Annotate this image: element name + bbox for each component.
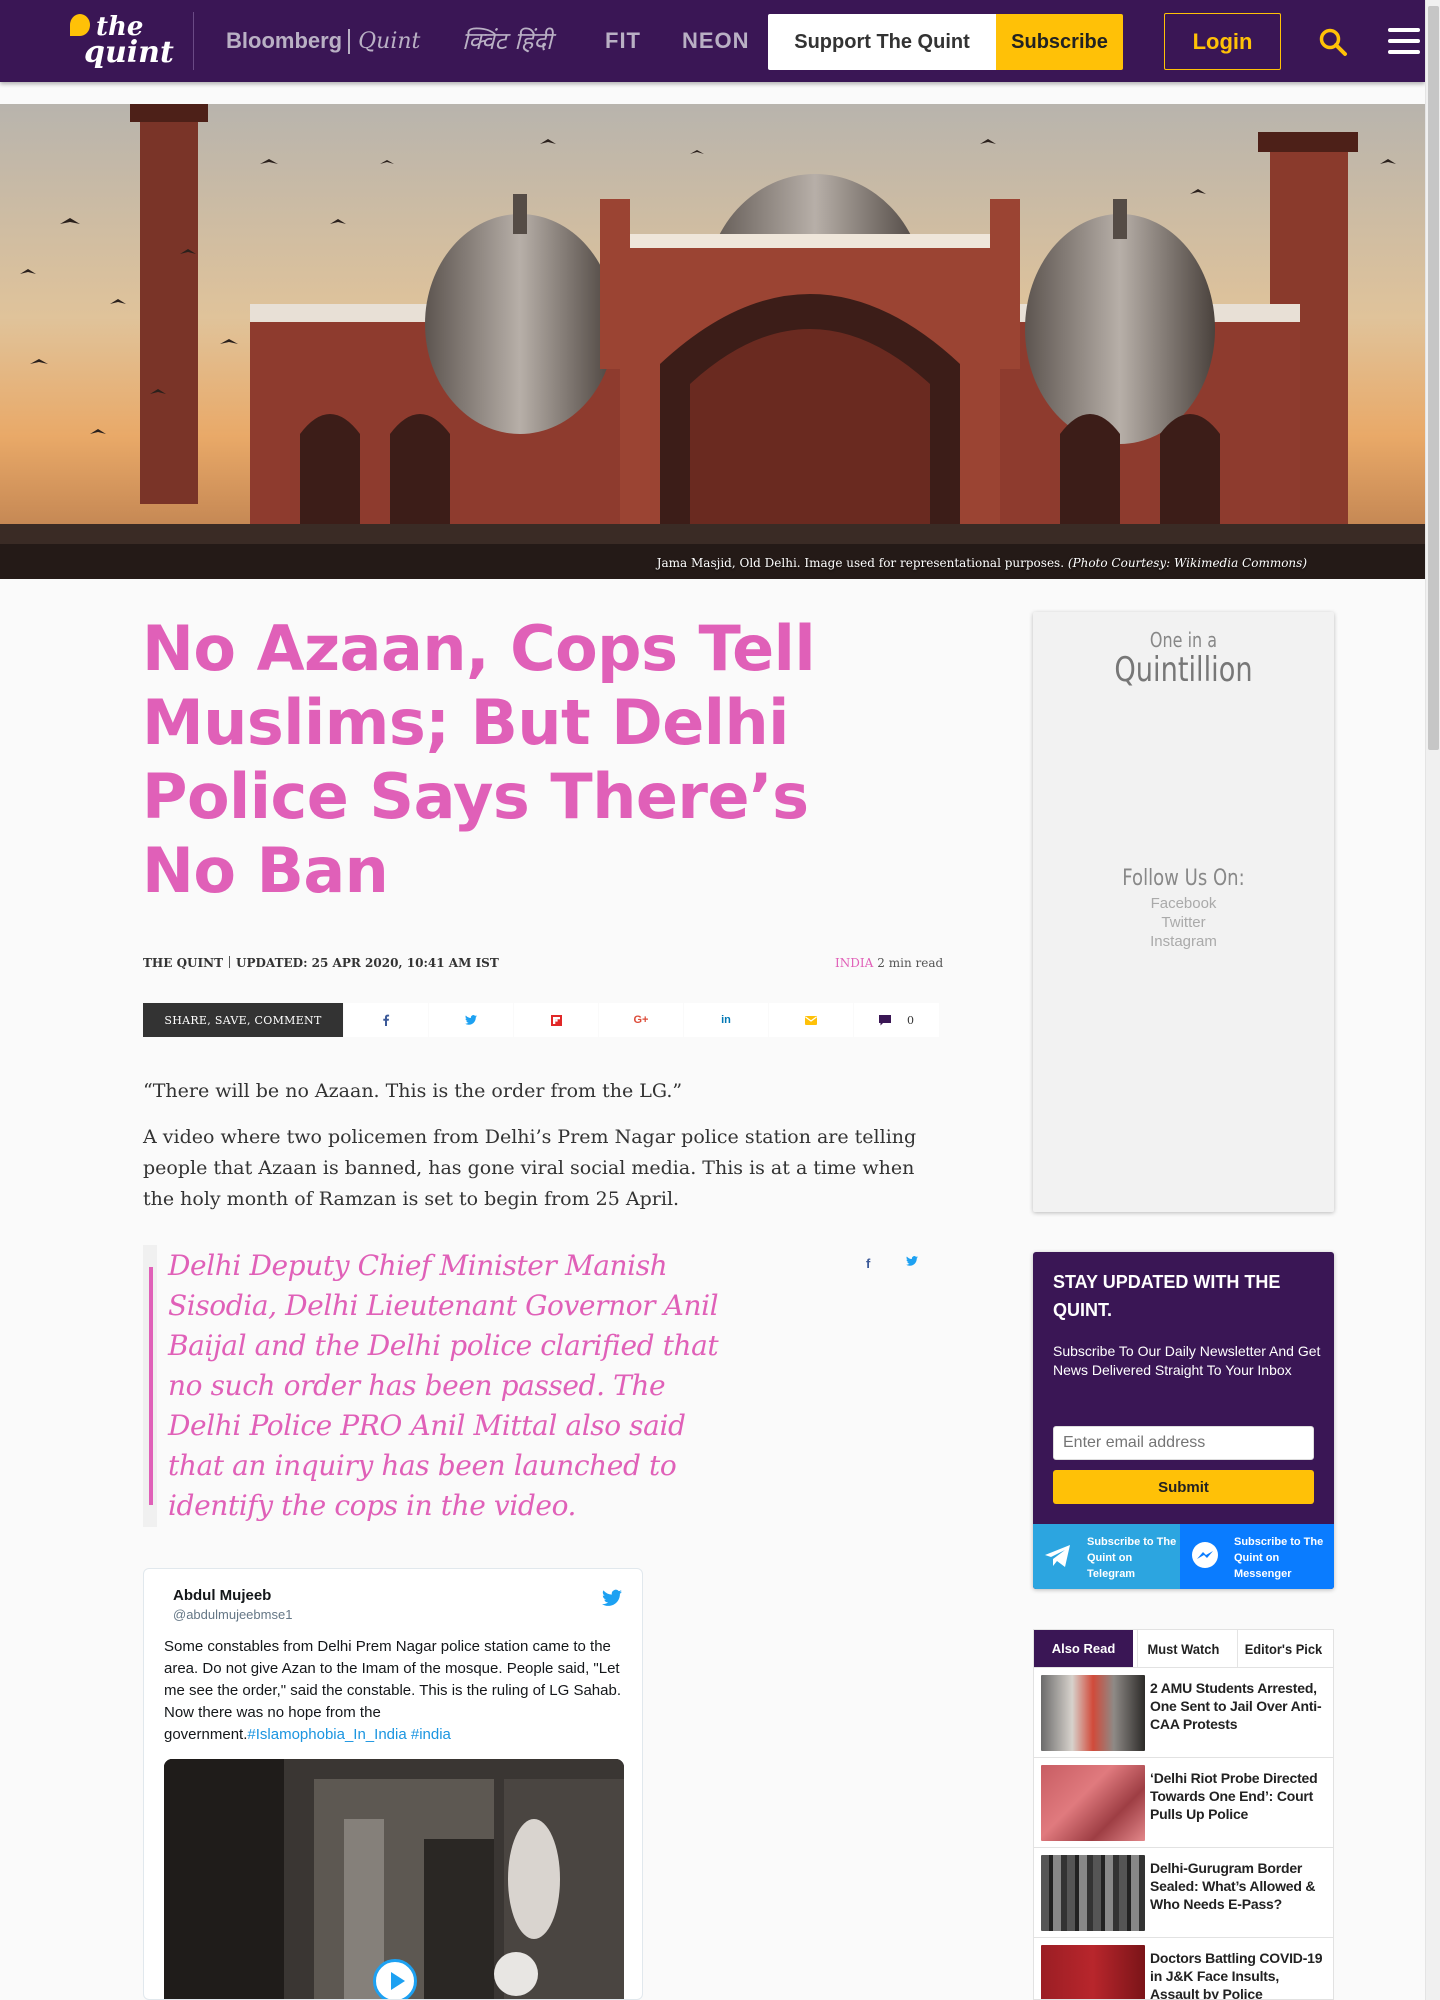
- subscribe-button[interactable]: Subscribe: [996, 14, 1123, 70]
- newsletter-title: STAY UPDATED WITH THE QUINT.: [1053, 1272, 1281, 1320]
- tweet-hashtags[interactable]: #Islamophobia_In_India #india: [247, 1726, 451, 1743]
- messenger-subscribe-label: Subscribe to The Quint on Messenger: [1234, 1536, 1324, 1580]
- share-twitter-button[interactable]: [429, 1003, 513, 1037]
- logo-text-quint: quint: [84, 35, 174, 70]
- header-divider: [193, 12, 194, 70]
- linkedin-icon: in: [721, 1014, 731, 1026]
- tweet-author-name[interactable]: Abdul Mujeeb: [173, 1587, 271, 1604]
- follow-twitter-link[interactable]: Twitter: [1033, 914, 1334, 931]
- news-thumbnail[interactable]: [1041, 1855, 1145, 1931]
- fit-link[interactable]: FIT: [605, 26, 641, 56]
- share-email-button[interactable]: [769, 1003, 853, 1037]
- article-category[interactable]: INDIA: [835, 956, 873, 970]
- bloombergquint-link[interactable]: Bloomberg Quint: [226, 26, 421, 56]
- tab-also-read[interactable]: Also Read: [1034, 1630, 1133, 1667]
- article-updated: UPDATED: 25 APR 2020, 10:41 AM IST: [236, 956, 499, 970]
- scrollbar-thumb[interactable]: [1428, 6, 1439, 750]
- share-bar: SHARE, SAVE, COMMENT G+ in 0: [143, 1003, 944, 1037]
- tab-editors-pick[interactable]: Editor's Pick: [1237, 1630, 1329, 1667]
- article-byline[interactable]: THE QUINT: [143, 956, 223, 970]
- tweet-text: Some constables from Delhi Prem Nagar po…: [164, 1636, 624, 1746]
- telegram-subscribe-label: Subscribe to The Quint on Telegram: [1087, 1536, 1177, 1580]
- video-play-icon[interactable]: [373, 1959, 417, 1999]
- list-item[interactable]: Delhi-Gurugram Border Sealed: What’s All…: [1034, 1848, 1333, 1938]
- article-meta-right: INDIA 2 min read: [835, 956, 943, 970]
- messenger-icon: [1192, 1542, 1218, 1568]
- twitter-icon: [465, 1015, 477, 1025]
- site-header: the quint Bloomberg Quint क्विंट हिंदी FI…: [0, 0, 1425, 82]
- facebook-icon: [383, 1014, 390, 1026]
- support-button[interactable]: Support The Quint: [768, 14, 996, 70]
- article-title: No Azaan, Cops Tell Muslims; But Delhi P…: [142, 612, 816, 907]
- one-in-a-quintillion-card: One in a Quintillion Follow Us On: Faceb…: [1033, 612, 1334, 1212]
- article-paragraph: A video where two policemen from Delhi’s…: [143, 1126, 917, 1210]
- pull-quote: Delhi Deputy Chief Minister Manish Sisod…: [136, 1245, 946, 1527]
- google-plus-icon: G+: [633, 1014, 649, 1026]
- newsletter-subtitle: Subscribe To Our Daily Newsletter And Ge…: [1053, 1343, 1321, 1378]
- the-quint-logo[interactable]: the quint: [70, 12, 174, 72]
- tab-must-watch[interactable]: Must Watch: [1137, 1630, 1229, 1667]
- mosque-illustration: [0, 104, 1425, 579]
- news-thumbnail[interactable]: [1041, 1945, 1145, 1999]
- embedded-tweet[interactable]: Abdul Mujeeb @abdulmujeebmse1 Some const…: [143, 1568, 643, 2000]
- meta-separator: [229, 956, 231, 968]
- read-time: 2 min read: [877, 956, 944, 970]
- list-item[interactable]: 2 AMU Students Arrested, One Sent to Jai…: [1034, 1668, 1333, 1758]
- news-thumbnail[interactable]: [1041, 1675, 1145, 1751]
- hero-caption: Jama Masjid, Old Delhi. Image used for r…: [657, 556, 1307, 570]
- article-meta: THE QUINT UPDATED: 25 APR 2020, 10:41 AM …: [143, 956, 943, 972]
- page-scrollbar[interactable]: [1425, 0, 1440, 2000]
- news-title[interactable]: ‘Delhi Riot Probe Directed Towards One E…: [1150, 1769, 1330, 1823]
- share-linkedin-button[interactable]: in: [684, 1003, 768, 1037]
- neon-link[interactable]: NEON: [682, 26, 750, 56]
- newsletter-submit-button[interactable]: Submit: [1053, 1470, 1314, 1504]
- also-read-list: 2 AMU Students Arrested, One Sent to Jai…: [1033, 1668, 1334, 2000]
- newsletter-email-input[interactable]: [1053, 1426, 1314, 1460]
- telegram-subscribe-button[interactable]: Subscribe to The Quint on Telegram: [1033, 1524, 1180, 1589]
- telegram-icon: [1045, 1545, 1070, 1567]
- comment-count: 0: [907, 1013, 914, 1027]
- quint-label: Quint: [348, 29, 421, 54]
- twitter-bird-icon[interactable]: [602, 1589, 622, 1607]
- tweet-author-handle[interactable]: @abdulmujeebmse1: [173, 1607, 292, 1622]
- hamburger-menu-icon[interactable]: [1388, 28, 1420, 56]
- follow-us-heading: Follow Us On:: [1122, 866, 1245, 891]
- login-button[interactable]: Login: [1164, 13, 1281, 70]
- follow-instagram-link[interactable]: Instagram: [1033, 933, 1334, 950]
- pull-quote-bar: [143, 1245, 157, 1527]
- list-item[interactable]: Doctors Battling COVID-19 in J&K Face In…: [1034, 1938, 1333, 1999]
- promo-line2: Quintillion: [1114, 650, 1253, 690]
- pull-quote-share: f: [866, 1256, 919, 1271]
- hero-caption-text: Jama Masjid, Old Delhi. Image used for r…: [656, 556, 1065, 570]
- sidebar-tabs: Also Read Must Watch Editor's Pick: [1033, 1629, 1334, 1668]
- follow-facebook-link[interactable]: Facebook: [1033, 895, 1334, 912]
- tweet-video[interactable]: [164, 1759, 624, 1999]
- article-paragraph: “There will be no Azaan. This is the ord…: [143, 1080, 683, 1102]
- quint-hindi-link[interactable]: क्विंट हिंदी: [462, 26, 552, 56]
- comment-button[interactable]: 0: [854, 1003, 939, 1037]
- bloomberg-label: Bloomberg: [226, 28, 343, 53]
- news-thumbnail[interactable]: [1041, 1765, 1145, 1841]
- share-google-plus-button[interactable]: G+: [599, 1003, 683, 1037]
- flipboard-icon: [550, 1014, 562, 1026]
- news-title[interactable]: 2 AMU Students Arrested, One Sent to Jai…: [1150, 1679, 1330, 1733]
- news-title[interactable]: Delhi-Gurugram Border Sealed: What’s All…: [1150, 1859, 1330, 1913]
- hero-credit: (Photo Courtesy: Wikimedia Commons): [1067, 556, 1307, 570]
- list-item[interactable]: ‘Delhi Riot Probe Directed Towards One E…: [1034, 1758, 1333, 1848]
- pull-quote-text: Delhi Deputy Chief Minister Manish Sisod…: [168, 1249, 719, 1522]
- search-icon[interactable]: [1318, 27, 1348, 57]
- quint-logo-mark: [70, 14, 90, 36]
- twitter-icon[interactable]: [906, 1256, 919, 1266]
- share-label[interactable]: SHARE, SAVE, COMMENT: [143, 1003, 343, 1037]
- share-flipboard-button[interactable]: [514, 1003, 598, 1037]
- facebook-icon[interactable]: f: [866, 1256, 870, 1271]
- promo-line1: One in a: [1149, 628, 1218, 652]
- news-title[interactable]: Doctors Battling COVID-19 in J&K Face In…: [1150, 1949, 1330, 1999]
- hero-image: Jama Masjid, Old Delhi. Image used for r…: [0, 104, 1425, 579]
- messenger-subscribe-button[interactable]: Subscribe to The Quint on Messenger: [1180, 1524, 1334, 1589]
- email-icon: [805, 1015, 817, 1025]
- share-facebook-button[interactable]: [344, 1003, 428, 1037]
- newsletter-box: STAY UPDATED WITH THE QUINT. Subscribe T…: [1033, 1252, 1334, 1589]
- comment-icon: [879, 1014, 891, 1025]
